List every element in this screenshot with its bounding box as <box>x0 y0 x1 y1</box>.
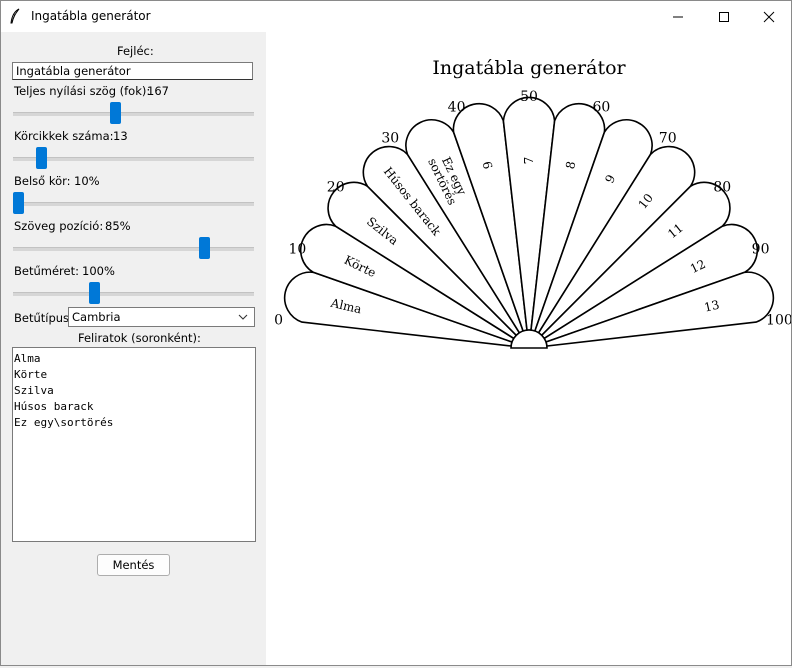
scale-label: 0 <box>274 313 283 329</box>
minimize-icon <box>673 16 683 17</box>
text-position-label: Szöveg pozíció: <box>14 219 104 233</box>
textarea-line: Ez egy\sortörés <box>14 416 114 429</box>
scale-label: 90 <box>752 242 770 258</box>
segments-slider-thumb[interactable] <box>36 147 47 169</box>
chevron-down-icon <box>238 314 248 320</box>
labels-label: Feliratok (soronként): <box>78 331 201 345</box>
dial-segment-label: 7 <box>522 157 536 165</box>
labels-textarea[interactable]: Alma Körte Szilva Húsos barack Ez egy\so… <box>12 347 256 542</box>
minimize-button[interactable] <box>655 1 701 32</box>
maximize-button[interactable] <box>701 1 747 32</box>
textarea-line: Alma <box>14 352 41 365</box>
segments-slider-track[interactable] <box>13 157 254 161</box>
window-title: Ingatábla generátor <box>31 9 151 23</box>
dial-preview: Ingatábla generátor AlmaKörteSzilvaHúsos… <box>274 57 792 349</box>
title-bar[interactable]: Ingatábla generátor <box>1 1 791 32</box>
scale-label: 100 <box>766 313 791 329</box>
feather-icon <box>10 8 20 24</box>
textarea-line: Szilva <box>14 384 54 397</box>
maximize-icon <box>719 11 729 22</box>
close-button[interactable] <box>746 1 792 32</box>
save-button[interactable]: Mentés <box>97 554 170 576</box>
header-input[interactable]: Ingatábla generátor <box>12 62 253 80</box>
scale-label: 40 <box>448 100 466 116</box>
scale-label: 10 <box>288 242 306 258</box>
close-icon <box>763 11 775 22</box>
angle-slider-thumb[interactable] <box>109 102 121 124</box>
inner-circle-slider-thumb[interactable] <box>13 192 24 214</box>
font-select-value: Cambria <box>72 310 121 324</box>
font-size-label: Betűméret: <box>14 264 79 278</box>
font-label: Betűtípus: <box>14 311 73 325</box>
font-select[interactable]: Cambria <box>68 307 255 327</box>
scale-label: 30 <box>381 131 399 147</box>
text-position-value: 85% <box>105 219 131 233</box>
text-position-slider-track[interactable] <box>13 247 254 251</box>
textarea-line: Körte <box>14 368 48 381</box>
header-label: Fejléc: <box>117 44 154 58</box>
preview-canvas: Ingatábla generátor Alma Körte Szilva Húsos… <box>266 32 792 665</box>
font-size-value: 100% <box>82 264 115 278</box>
font-size-slider-track[interactable] <box>13 292 254 296</box>
scale-label: 80 <box>713 179 731 195</box>
settings-panel: Fejléc: Ingatábla generátor Teljes nyílá… <box>1 32 265 665</box>
inner-circle-value: 10% <box>74 174 100 188</box>
scale-label: 50 <box>520 89 538 105</box>
scale-label: 70 <box>659 131 677 147</box>
angle-label: Teljes nyílási szög (fok): <box>14 84 151 98</box>
angle-value: 167 <box>147 84 169 98</box>
inner-circle-slider-track[interactable] <box>13 202 254 206</box>
app-window: Ingatábla generátor Fejléc: Ingatábla ge… <box>0 0 792 666</box>
font-size-slider-thumb[interactable] <box>88 282 100 304</box>
textarea-line: Húsos barack <box>14 400 94 413</box>
preview-title: Ingatábla generátor <box>432 57 626 79</box>
scale-label: 60 <box>592 100 610 116</box>
segments-value: 13 <box>113 129 128 143</box>
scale-label: 20 <box>327 179 345 195</box>
segments-label: Körcikkek száma: <box>14 129 114 143</box>
angle-slider-track[interactable] <box>13 112 254 116</box>
inner-circle-label: Belső kör: <box>14 174 71 188</box>
text-position-slider-thumb[interactable] <box>199 237 211 259</box>
